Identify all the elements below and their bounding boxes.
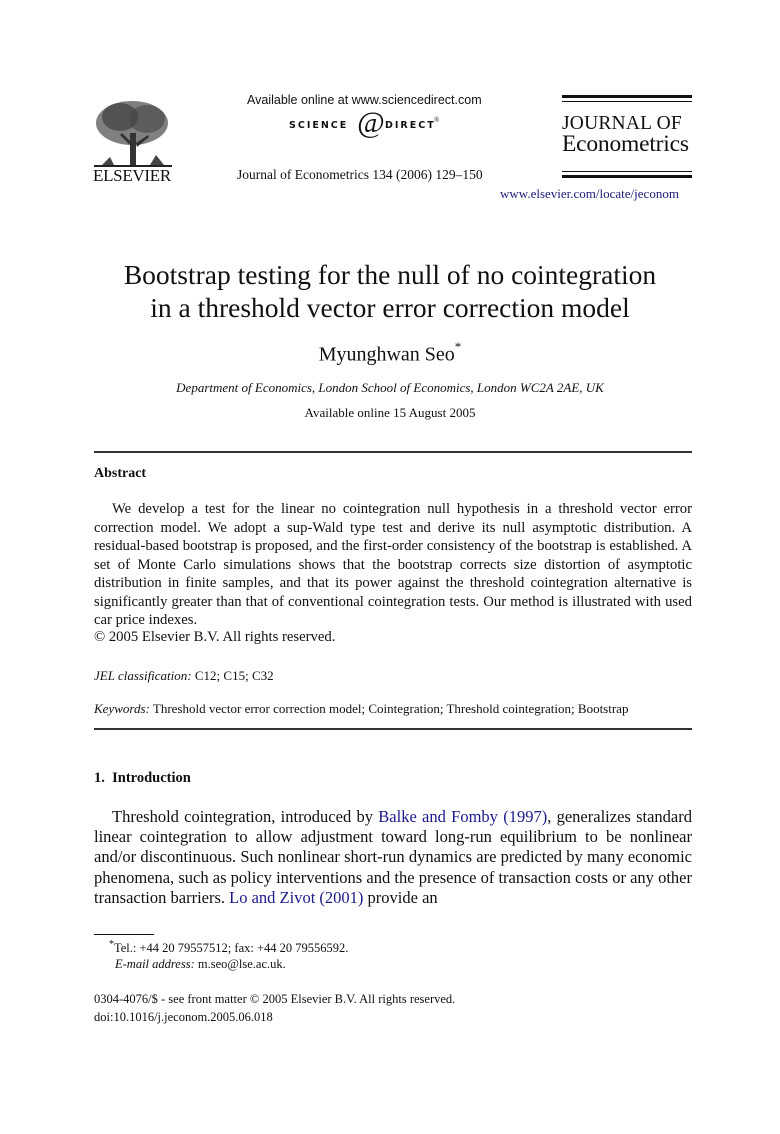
sciencedirect-left: SCIENCE <box>289 120 349 131</box>
jel-label: JEL classification: <box>94 668 192 683</box>
footnote-email: E-mail address: m.seo@lse.ac.uk. <box>115 957 286 972</box>
article-title: Bootstrap testing for the null of no coi… <box>0 258 780 324</box>
article-title-line2: in a threshold vector error correction m… <box>150 292 630 323</box>
journal-rule-bottom-thin <box>562 171 692 172</box>
section-heading-introduction: 1. Introduction <box>94 770 191 786</box>
intro-text-1: Threshold cointegration, introduced by <box>112 807 379 826</box>
footnote-contact: *Tel.: +44 20 79557512; fax: +44 20 7955… <box>109 939 348 956</box>
author-footnote-mark[interactable]: * <box>455 339 462 354</box>
journal-url-link[interactable]: www.elsevier.com/locate/jeconom <box>500 186 679 202</box>
author-name: Myunghwan Seo* <box>0 339 780 367</box>
sciencedirect-at-icon: @ <box>357 106 385 139</box>
abstract-copyright: © 2005 Elsevier B.V. All rights reserved… <box>94 629 336 645</box>
available-online-notice: Available online at www.sciencedirect.co… <box>247 93 482 107</box>
author-name-text: Myunghwan Seo <box>318 343 455 366</box>
intro-text-3: provide an <box>363 887 438 907</box>
abstract-heading: Abstract <box>94 466 147 481</box>
abstract-text: We develop a test for the linear no coin… <box>94 501 692 628</box>
available-online-date: Available online 15 August 2005 <box>304 405 476 420</box>
abstract-top-divider <box>94 451 692 453</box>
email-label: E-mail address: <box>115 957 195 971</box>
journal-rule-top-thin <box>562 101 692 102</box>
journal-rule-top-thick <box>562 95 692 98</box>
journal-title-line2: Econometrics <box>562 131 689 157</box>
introduction-paragraph: Threshold cointegration, introduced by B… <box>94 807 692 908</box>
footnote-contact-text: Tel.: +44 20 79557512; fax: +44 20 79556… <box>114 941 349 956</box>
journal-rule-bottom-thick <box>562 175 692 178</box>
journal-reference: Journal of Econometrics 134 (2006) 129–1… <box>237 167 483 182</box>
jel-codes: C12; C15; C32 <box>194 668 274 683</box>
keywords-label: Keywords: <box>94 701 150 716</box>
keywords-list: Threshold vector error correction model;… <box>152 701 629 716</box>
citation-link-balke-fomby[interactable]: Balke and Fomby (1997) <box>378 807 547 826</box>
sciencedirect-logo[interactable]: SCIENCE @ DIRECT ® <box>289 108 449 142</box>
article-title-line1: Bootstrap testing for the null of no coi… <box>123 259 657 290</box>
publisher-name: ELSEVIER <box>93 166 171 185</box>
citation-link-lo-zivot[interactable]: Lo and Zivot (2001) <box>229 888 363 907</box>
author-affiliation: Department of Economics, London School o… <box>176 380 604 395</box>
jel-classification: JEL classification: C12; C15; C32 <box>94 668 274 684</box>
keywords: Keywords: Threshold vector error correct… <box>94 701 628 717</box>
front-matter-line: 0304-4076/$ - see front matter © 2005 El… <box>94 992 456 1006</box>
footnote-divider <box>94 934 154 935</box>
doi-link[interactable]: doi:10.1016/j.jeconom.2005.06.018 <box>94 1010 273 1025</box>
email-address-link[interactable]: m.seo@lse.ac.uk. <box>198 957 286 971</box>
abstract-bottom-divider <box>94 728 692 730</box>
registered-mark-icon: ® <box>434 116 440 124</box>
sciencedirect-right: DIRECT <box>385 120 436 131</box>
